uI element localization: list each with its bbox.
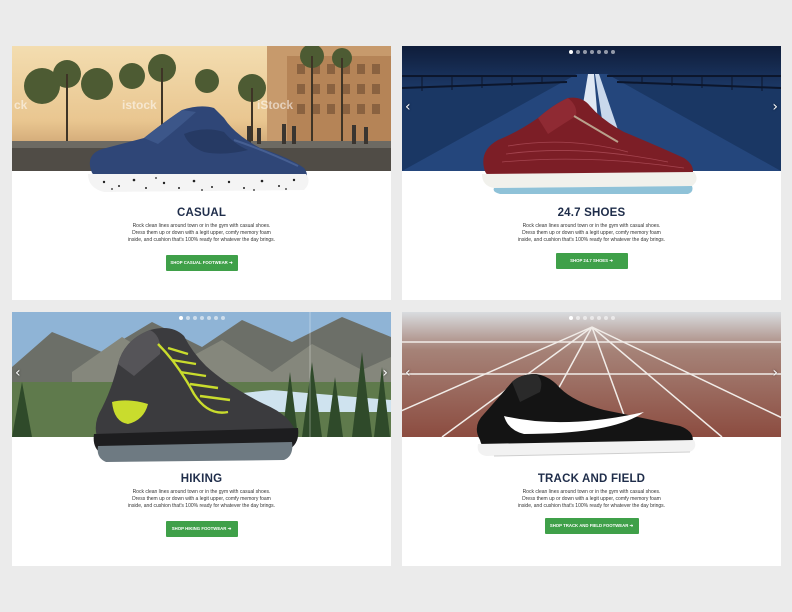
card-title: TRACK AND FIELD — [537, 473, 646, 485]
casual-navy-sneaker-image — [88, 106, 309, 192]
card-description: Rock clean lines around town or in the g… — [127, 489, 276, 509]
carousel-next-arrow-icon[interactable]: › — [382, 366, 388, 380]
carousel-dot[interactable] — [568, 50, 573, 54]
card-title: HIKING — [180, 473, 223, 485]
carousel-dot[interactable] — [589, 316, 594, 320]
card-description: Rock clean lines around town or in the g… — [517, 223, 666, 243]
track-and-field-card: ‹ › TRACK AND FIELD Rock clean lines aro… — [402, 312, 781, 566]
carousel-dots — [568, 50, 615, 54]
track-spike-shoe-image — [476, 374, 696, 457]
carousel-dot[interactable] — [199, 316, 204, 320]
carousel-dot[interactable] — [178, 316, 183, 320]
maroon-running-shoe-image — [482, 97, 697, 194]
carousel-dot[interactable] — [575, 316, 580, 320]
carousel-prev-arrow-icon[interactable]: ‹ — [405, 366, 411, 380]
carousel-next-arrow-icon[interactable]: › — [772, 366, 778, 380]
carousel-dot[interactable] — [603, 316, 608, 320]
carousel-prev-arrow-icon[interactable]: ‹ — [15, 366, 21, 380]
card-title: 24.7 SHOES — [557, 207, 626, 219]
carousel-dot[interactable] — [582, 316, 587, 320]
carousel-dot[interactable] — [610, 316, 615, 320]
carousel-dot[interactable] — [213, 316, 218, 320]
carousel-dot[interactable] — [575, 50, 580, 54]
carousel-dots — [568, 316, 615, 320]
watermark-left: ck — [14, 98, 28, 112]
carousel-dot[interactable] — [596, 50, 601, 54]
carousel-dot[interactable] — [220, 316, 225, 320]
carousel-dot[interactable] — [568, 316, 573, 320]
card-description: Rock clean lines around town or in the g… — [517, 489, 666, 509]
carousel-dot[interactable] — [206, 316, 211, 320]
carousel-dot[interactable] — [185, 316, 190, 320]
247-shoes-card: ‹ › 24.7 SHOES Rock clean lines around t… — [402, 46, 781, 300]
carousel-dot[interactable] — [582, 50, 587, 54]
shop-hiking-footwear-button[interactable]: SHOP HIKING FOOTWEAR ➜ — [165, 521, 238, 537]
card-description: Rock clean lines around town or in the g… — [127, 223, 276, 243]
carousel-next-arrow-icon[interactable]: › — [772, 100, 778, 114]
carousel-dots — [178, 316, 225, 320]
shop-casual-footwear-button[interactable]: SHOP CASUAL FOOTWEAR ➜ — [165, 255, 238, 271]
carousel-dot[interactable] — [610, 50, 615, 54]
carousel-dot[interactable] — [596, 316, 601, 320]
carousel-prev-arrow-icon[interactable]: ‹ — [405, 100, 411, 114]
carousel-dot[interactable] — [192, 316, 197, 320]
shop-track-and-field-footwear-button[interactable]: SHOP TRACK AND FIELD FOOTWEAR ➜ — [544, 518, 639, 534]
card-title: CASUAL — [176, 207, 227, 219]
carousel-dot[interactable] — [589, 50, 594, 54]
hiking-card: ‹ › HIKING Rock clean lines around town … — [12, 312, 391, 566]
casual-card: ck istock iStock CASUAL Rock clean lines… — [12, 46, 391, 300]
shop-247-shoes-button[interactable]: SHOP 24.7 SHOES ➜ — [555, 253, 628, 269]
carousel-dot[interactable] — [603, 50, 608, 54]
hiking-boot-image — [93, 328, 299, 462]
